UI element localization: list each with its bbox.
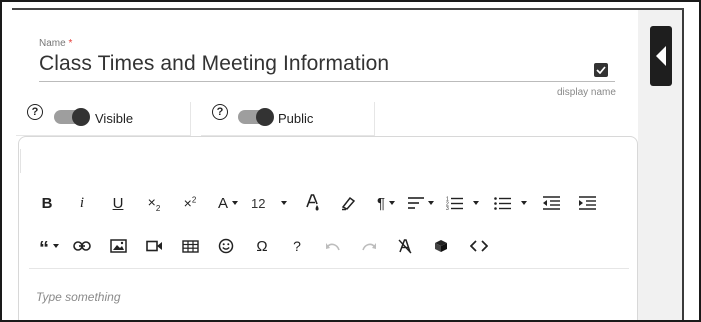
- display-name-checkbox[interactable]: [594, 63, 608, 77]
- display-name-hint: display name: [557, 87, 616, 98]
- visible-toggle-group: ? Visible: [16, 102, 191, 136]
- embed-button[interactable]: [431, 233, 451, 259]
- visible-switch[interactable]: [54, 108, 90, 126]
- public-help-icon[interactable]: ?: [212, 104, 228, 120]
- toolbar-divider: [29, 268, 629, 269]
- underline-button[interactable]: U: [108, 190, 128, 216]
- image-icon: [109, 239, 127, 253]
- indent-icon: [578, 196, 596, 210]
- page-frame: Name * Class Times and Meeting Informati…: [0, 0, 701, 322]
- align-icon: [408, 197, 424, 209]
- ordered-list-button[interactable]: 1 2 3: [446, 190, 484, 216]
- insert-image-button[interactable]: [108, 233, 128, 259]
- name-input-underline: [39, 81, 615, 82]
- link-icon: [73, 241, 91, 251]
- video-icon: [145, 240, 162, 252]
- insert-video-button[interactable]: [144, 233, 164, 259]
- chevron-down-icon: [428, 201, 434, 205]
- code-view-icon: [470, 240, 488, 252]
- code-view-button[interactable]: [468, 233, 490, 259]
- editor-placeholder[interactable]: Type something: [36, 290, 121, 304]
- underline-icon: U: [112, 194, 124, 212]
- subscript-button[interactable]: ×2: [143, 190, 165, 216]
- text-color-button[interactable]: [304, 190, 322, 216]
- unordered-list-button[interactable]: [494, 190, 532, 216]
- visible-help-icon[interactable]: ?: [27, 104, 43, 120]
- visible-switch-knob: [72, 108, 90, 126]
- side-panel-border: [682, 10, 684, 320]
- name-label: Name *: [39, 38, 72, 49]
- chevron-down-icon: [232, 201, 238, 205]
- clear-formatting-icon: [398, 239, 412, 254]
- font-size-value: 12: [251, 195, 266, 211]
- paragraph-format-button[interactable]: ¶: [373, 190, 399, 216]
- special-characters-icon: Ω: [256, 237, 268, 255]
- public-label: Public: [278, 111, 314, 126]
- subscript-icon: ×2: [147, 193, 161, 213]
- superscript-icon: ×2: [183, 195, 197, 211]
- ordered-list-icon: 1 2 3: [446, 197, 463, 210]
- italic-icon: i: [79, 194, 85, 211]
- unordered-list-icon: [494, 197, 511, 210]
- quote-button[interactable]: “: [35, 233, 63, 259]
- font-family-button[interactable]: A: [214, 190, 242, 216]
- superscript-button[interactable]: ×2: [179, 190, 201, 216]
- indent-button[interactable]: [578, 190, 596, 216]
- insert-link-button[interactable]: [72, 233, 92, 259]
- bold-button[interactable]: B: [38, 190, 56, 216]
- emoticon-icon: [218, 238, 234, 254]
- name-label-text: Name: [39, 38, 66, 49]
- font-size-select[interactable]: 12: [251, 190, 293, 216]
- collapse-panel-icon: [656, 46, 666, 66]
- italic-button[interactable]: i: [74, 190, 90, 216]
- text-color-icon: [306, 194, 319, 211]
- embed-icon: [435, 240, 447, 252]
- insert-table-button[interactable]: [180, 233, 200, 259]
- undo-button[interactable]: [323, 233, 343, 259]
- outdent-button[interactable]: [542, 190, 560, 216]
- outdent-icon: [542, 196, 560, 210]
- font-family-icon: A: [217, 194, 228, 212]
- redo-icon: [362, 243, 376, 251]
- required-marker: *: [68, 38, 73, 49]
- undo-icon: [326, 243, 340, 251]
- collapse-panel-button[interactable]: [650, 26, 672, 86]
- clear-formatting-button[interactable]: [395, 233, 415, 259]
- svg-text:3: 3: [446, 206, 449, 210]
- checkmark-icon: [596, 66, 606, 74]
- visible-label: Visible: [95, 111, 134, 126]
- table-icon: [181, 239, 199, 253]
- help-icon: ?: [293, 238, 301, 254]
- chevron-down-icon: [281, 201, 288, 205]
- bold-icon: B: [41, 194, 53, 212]
- chevron-down-icon: [53, 244, 59, 248]
- quote-icon: “: [39, 238, 49, 260]
- public-switch-knob: [256, 108, 274, 126]
- highlight-button[interactable]: [339, 190, 357, 216]
- public-toggle-group: ? Public: [201, 102, 375, 136]
- paragraph-format-icon: ¶: [376, 194, 386, 212]
- help-button[interactable]: ?: [288, 233, 306, 259]
- chevron-down-icon: [389, 201, 396, 205]
- redo-button[interactable]: [359, 233, 379, 259]
- top-divider: [12, 8, 684, 10]
- align-button[interactable]: [407, 190, 435, 216]
- chevron-down-icon: [521, 201, 527, 205]
- public-switch[interactable]: [238, 108, 274, 126]
- name-input[interactable]: Class Times and Meeting Information: [39, 52, 389, 76]
- highlight-icon: [341, 196, 356, 211]
- insert-emoticon-button[interactable]: [216, 233, 236, 259]
- editor-left-edge: [20, 149, 21, 173]
- special-characters-button[interactable]: Ω: [252, 233, 272, 259]
- chevron-down-icon: [473, 201, 479, 205]
